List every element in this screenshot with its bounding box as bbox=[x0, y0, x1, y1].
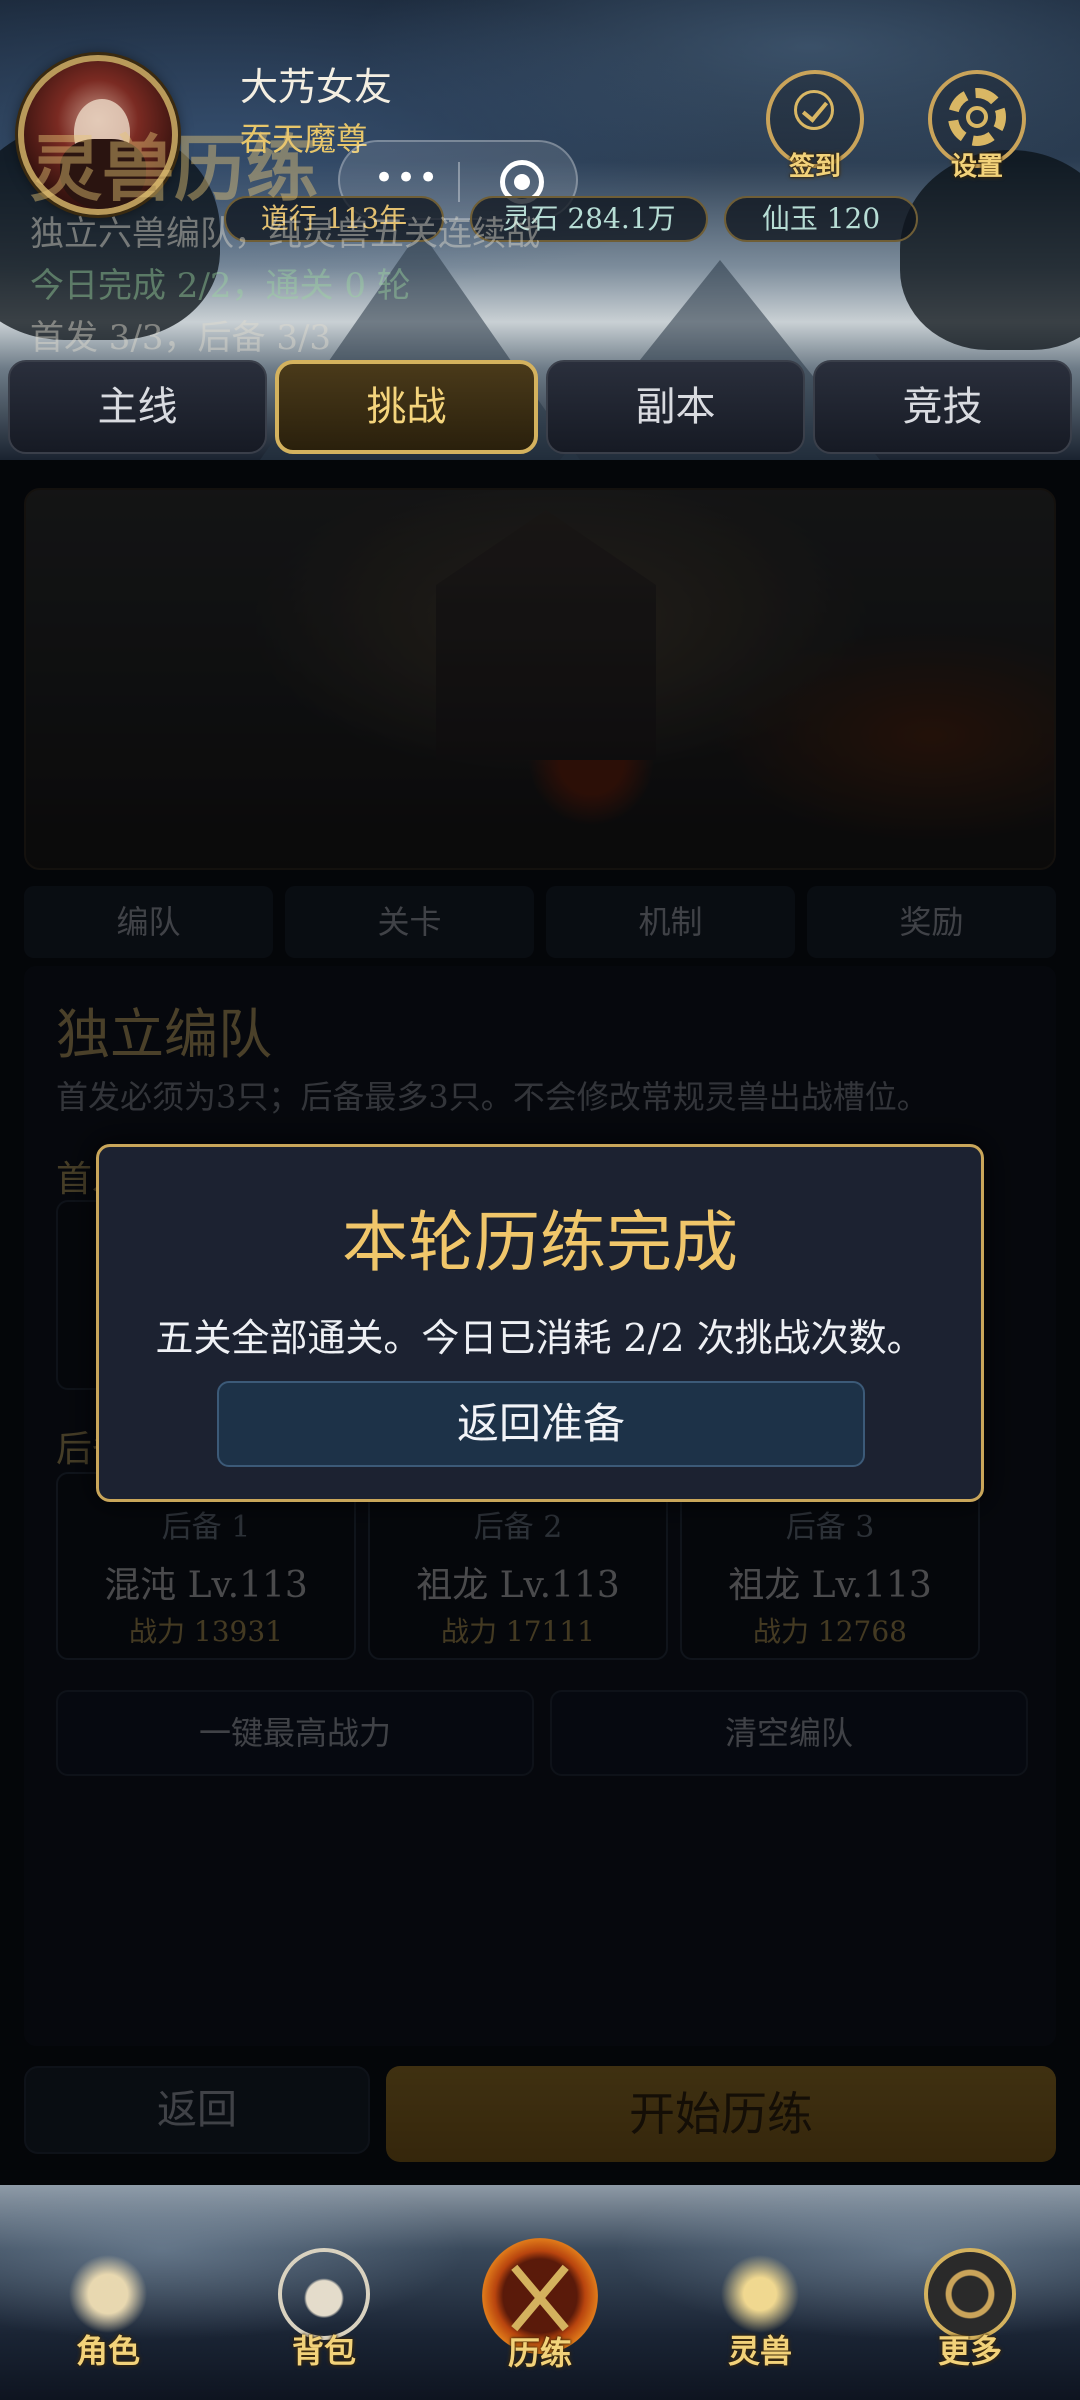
capsule-divider bbox=[458, 162, 460, 202]
tab-main[interactable]: 主线 bbox=[8, 360, 267, 454]
checkin-label: 签到 bbox=[788, 152, 841, 182]
gear-icon bbox=[948, 88, 1006, 146]
nav-more[interactable]: 更多 bbox=[900, 2242, 1040, 2382]
nav-label: 历练 bbox=[507, 2334, 572, 2372]
nav-character[interactable]: 角色 bbox=[38, 2242, 178, 2382]
checkin-button[interactable]: 签到 bbox=[760, 66, 870, 196]
banner-subtitle: 独立六兽编队，纯灵兽五关连续战 bbox=[30, 214, 540, 254]
nav-spirit-beast[interactable]: 灵兽 bbox=[690, 2242, 830, 2382]
result-modal: 本轮历练完成 五关全部通关。今日已消耗 2/2 次挑战次数。 返回准备 bbox=[96, 1144, 984, 1502]
nav-label: 角色 bbox=[75, 2332, 140, 2370]
return-prepare-button[interactable]: 返回准备 bbox=[217, 1381, 865, 1467]
modal-title: 本轮历练完成 bbox=[342, 1204, 738, 1281]
nav-bag[interactable]: 背包 bbox=[254, 2242, 394, 2382]
settings-label: 设置 bbox=[950, 152, 1003, 182]
nav-label: 灵兽 bbox=[727, 2332, 792, 2370]
tab-challenge[interactable]: 挑战 bbox=[275, 360, 538, 454]
banner-title: 灵兽历练 bbox=[30, 126, 319, 211]
settings-button[interactable]: 设置 bbox=[922, 66, 1032, 196]
nav-training[interactable]: 历练 bbox=[470, 2238, 610, 2378]
main-tabs: 主线 挑战 副本 竞技 bbox=[8, 360, 1072, 456]
tab-dungeon[interactable]: 副本 bbox=[546, 360, 805, 454]
nav-label: 更多 bbox=[937, 2332, 1002, 2370]
checkmark-icon bbox=[794, 90, 834, 130]
tab-arena[interactable]: 竞技 bbox=[813, 360, 1072, 454]
jade-stat: 仙玉 120 bbox=[724, 196, 918, 242]
more-dots-icon[interactable]: ••• bbox=[374, 161, 440, 195]
nav-label: 背包 bbox=[291, 2332, 356, 2370]
banner-today-progress: 今日完成 2/2，通关 0 轮 bbox=[30, 266, 411, 306]
modal-message: 五关全部通关。今日已消耗 2/2 次挑战次数。 bbox=[155, 1316, 925, 1360]
banner-team-count: 首发 3/3，后备 3/3 bbox=[30, 318, 332, 358]
player-name: 大艿女友 bbox=[240, 65, 393, 109]
